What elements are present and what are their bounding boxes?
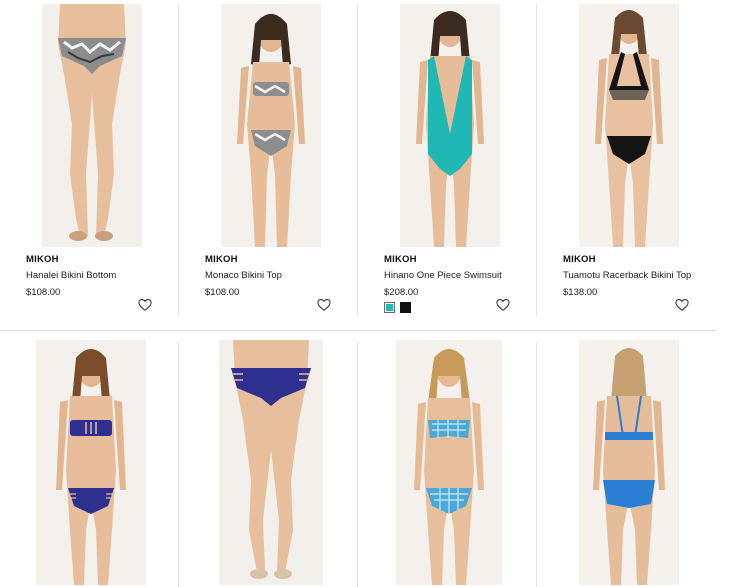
product-card[interactable] (537, 338, 699, 587)
row-divider (0, 330, 716, 331)
product-image-navy-bikini-bottom[interactable] (219, 340, 323, 585)
product-card[interactable]: MIKOH Monaco Bikini Top $108.00 (179, 0, 341, 311)
product-image-tuamotu-racerback-bikini-top[interactable] (579, 4, 679, 247)
product-brand[interactable]: MIKOH (26, 254, 59, 265)
product-name[interactable]: Hinano One Piece Swimsuit (384, 270, 502, 281)
product-card[interactable] (179, 338, 341, 587)
product-card[interactable] (0, 338, 162, 587)
color-swatches (384, 302, 411, 313)
product-card[interactable] (358, 338, 520, 587)
product-card[interactable]: MIKOH Hanalei Bikini Bottom $108.00 (0, 0, 162, 311)
wishlist-heart-icon[interactable] (496, 298, 510, 312)
product-image-gingham-bikini[interactable] (396, 340, 502, 585)
product-price: $208.00 (384, 287, 419, 298)
product-image-hanalei-bikini-bottom[interactable] (42, 4, 142, 247)
color-swatch-black[interactable] (400, 302, 411, 313)
product-price: $108.00 (205, 287, 240, 298)
product-name[interactable]: Monaco Bikini Top (205, 270, 282, 281)
product-image-hinano-one-piece-swimsuit[interactable] (400, 4, 500, 247)
product-image-navy-bandeau-bikini[interactable] (36, 340, 146, 585)
wishlist-heart-icon[interactable] (675, 298, 689, 312)
product-brand[interactable]: MIKOH (205, 254, 238, 265)
wishlist-heart-icon[interactable] (317, 298, 331, 312)
product-card[interactable]: MIKOH Hinano One Piece Swimsuit $208.00 (358, 0, 520, 313)
color-swatch-teal[interactable] (384, 302, 395, 313)
product-image-blue-back-bikini[interactable] (579, 340, 679, 585)
product-name[interactable]: Hanalei Bikini Bottom (26, 270, 116, 281)
product-price: $108.00 (26, 287, 61, 298)
product-brand[interactable]: MIKOH (384, 254, 417, 265)
product-grid-row-1: MIKOH Hanalei Bikini Bottom $108.00 MIKO… (0, 0, 716, 316)
product-price: $138.00 (563, 287, 598, 298)
product-grid-row-2 (0, 338, 716, 587)
product-brand[interactable]: MIKOH (563, 254, 596, 265)
product-name[interactable]: Tuamotu Racerback Bikini Top (563, 270, 691, 281)
product-card[interactable]: MIKOH Tuamotu Racerback Bikini Top $138.… (537, 0, 699, 311)
wishlist-heart-icon[interactable] (138, 298, 152, 312)
product-image-monaco-bikini-top[interactable] (221, 4, 321, 247)
